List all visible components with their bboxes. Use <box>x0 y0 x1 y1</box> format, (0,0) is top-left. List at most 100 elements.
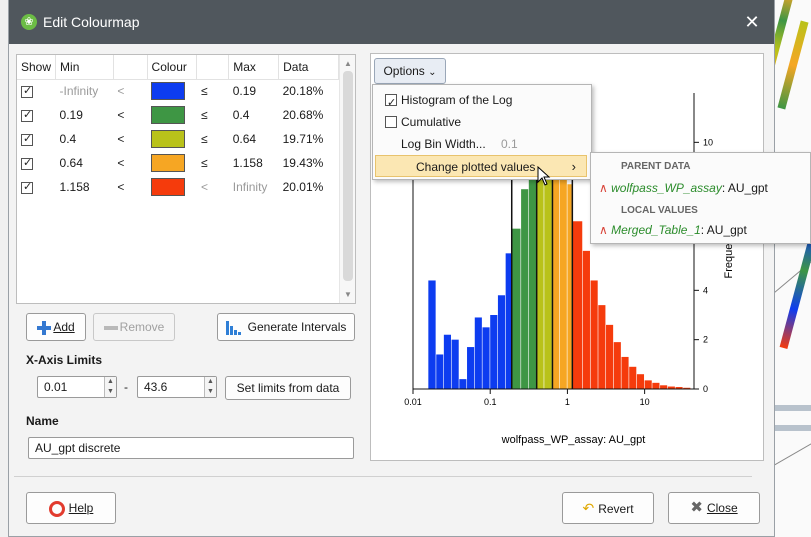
max-cell[interactable]: 0.19 <box>229 79 279 103</box>
y-tick-label: 4 <box>703 285 708 295</box>
menu-item-log-bin-width[interactable]: Log Bin Width... 0.1 <box>373 133 591 155</box>
colour-cell[interactable] <box>147 175 197 199</box>
max-cell[interactable]: 0.64 <box>229 127 279 151</box>
set-limits-from-data-button[interactable]: Set limits from data <box>225 376 351 400</box>
colour-cell[interactable] <box>147 127 197 151</box>
colour-cell[interactable] <box>147 79 197 103</box>
local-value-name: : AU_gpt <box>700 223 747 237</box>
local-source-name: Merged_Table_1 <box>611 223 701 237</box>
xaxis-min-spinner[interactable]: ▲ ▼ <box>104 377 116 397</box>
col-header-show[interactable]: Show <box>17 55 57 80</box>
remove-button[interactable]: Remove <box>93 313 175 341</box>
table-header-row: Show Min Colour Max Data <box>17 55 339 80</box>
xaxis-range-separator: - <box>124 380 128 394</box>
histogram-of-log-checkbox[interactable] <box>385 92 397 114</box>
col-header-colour[interactable]: Colour <box>147 55 198 80</box>
show-checkbox[interactable] <box>21 132 33 146</box>
close-icon: ✖ <box>690 499 703 516</box>
add-button[interactable]: Add <box>26 313 86 341</box>
histogram-bar <box>428 280 436 389</box>
table-row[interactable]: 0.4< ≤0.6419.71% <box>17 127 339 151</box>
window-close-button[interactable]: ✕ <box>730 0 774 44</box>
table-row[interactable]: -Infinity< ≤0.1920.18% <box>17 79 339 103</box>
window-title: Edit Colourmap <box>43 14 140 30</box>
menu-item-histogram-of-log[interactable]: Histogram of the Log <box>373 89 591 114</box>
table-row[interactable]: 0.19< ≤0.420.68% <box>17 103 339 127</box>
colour-swatch[interactable] <box>151 154 186 172</box>
min-cell[interactable]: -Infinity <box>56 79 114 103</box>
xaxis-min-field[interactable]: 0.01 ▲ ▼ <box>37 376 117 398</box>
options-button[interactable]: Options ⌄ <box>374 58 446 84</box>
show-checkbox[interactable] <box>17 127 56 151</box>
table-row[interactable]: 1.158<<Infinity20.01% <box>17 175 339 199</box>
help-button[interactable]: Help <box>26 492 116 524</box>
histogram-bar <box>559 149 567 389</box>
help-button-label: Help <box>68 501 94 515</box>
close-button[interactable]: ✖ Close <box>668 492 760 524</box>
histogram-bar <box>621 356 629 389</box>
revert-button[interactable]: ↶ Revert <box>562 492 654 524</box>
histogram-bar <box>572 221 583 389</box>
show-checkbox[interactable] <box>17 151 56 175</box>
colour-swatch[interactable] <box>151 130 186 148</box>
histogram-bar <box>451 339 459 389</box>
histogram-bar <box>497 295 506 389</box>
colour-cell[interactable] <box>147 103 197 127</box>
menu-item-change-plotted-values[interactable]: Change plotted values › <box>375 155 587 177</box>
min-cell[interactable]: 0.19 <box>56 103 114 127</box>
histogram-icon <box>225 320 242 335</box>
scroll-down-icon[interactable]: ▼ <box>344 290 352 299</box>
generate-intervals-label: Generate Intervals <box>247 320 347 334</box>
show-checkbox[interactable] <box>21 84 33 99</box>
col-header-max[interactable]: Max <box>228 55 280 80</box>
table-row[interactable]: 0.64< ≤1.15819.43% <box>17 151 339 175</box>
show-checkbox[interactable] <box>21 108 33 122</box>
max-cell[interactable]: 1.158 <box>229 151 279 175</box>
show-checkbox[interactable] <box>21 156 33 170</box>
min-cell[interactable]: 0.64 <box>56 151 114 175</box>
op2-cell: ≤ <box>200 156 208 170</box>
scrollbar-thumb[interactable] <box>343 71 353 281</box>
colour-swatch[interactable] <box>151 178 186 196</box>
op1-cell: < <box>117 132 125 146</box>
histogram-bar <box>521 189 529 389</box>
minus-icon <box>103 325 118 330</box>
name-input[interactable]: AU_gpt discrete <box>28 437 354 459</box>
remove-button-label: Remove <box>119 320 165 334</box>
x-axis-label: wolfpass_WP_assay: AU_gpt <box>501 434 646 446</box>
submenu-header-local-values: LOCAL VALUES <box>621 205 698 216</box>
min-cell[interactable]: 0.4 <box>56 127 114 151</box>
show-checkbox[interactable] <box>17 103 56 127</box>
submenu-item-local-values[interactable]: ∧ Merged_Table_1: AU_gpt <box>599 223 747 237</box>
histogram-bar <box>590 280 598 389</box>
xaxis-max-field[interactable]: 43.6 ▲ ▼ <box>137 376 217 398</box>
scroll-up-icon[interactable]: ▲ <box>344 59 352 68</box>
table-scrollbar[interactable]: ▲ ▼ <box>339 55 355 303</box>
show-checkbox[interactable] <box>17 79 56 103</box>
col-header-min[interactable]: Min <box>55 55 114 80</box>
colour-swatch[interactable] <box>151 82 186 101</box>
x-tick-label: 10 <box>640 397 650 407</box>
chevron-right-icon: › <box>571 159 576 174</box>
max-cell[interactable]: Infinity <box>229 175 279 199</box>
op2-cell: ≤ <box>200 132 208 146</box>
colour-swatch[interactable] <box>151 106 186 124</box>
cumulative-checkbox[interactable] <box>385 116 397 128</box>
xaxis-max-spinner[interactable]: ▲ ▼ <box>204 377 216 397</box>
histogram-bar <box>443 334 451 389</box>
y-tick-label: 2 <box>703 335 708 345</box>
menu-item-cumulative[interactable]: Cumulative <box>373 111 591 133</box>
min-cell[interactable]: 1.158 <box>56 175 114 199</box>
histogram-bar <box>636 374 645 389</box>
app-logo-icon: ❀ <box>21 14 37 30</box>
x-tick-label: 0.1 <box>484 397 497 407</box>
max-cell[interactable]: 0.4 <box>229 103 279 127</box>
colour-cell[interactable] <box>147 151 197 175</box>
histogram-bar <box>629 366 637 389</box>
options-button-label: Options <box>383 64 425 78</box>
generate-intervals-button[interactable]: Generate Intervals <box>217 313 355 341</box>
show-checkbox[interactable] <box>17 175 56 199</box>
col-header-data[interactable]: Data <box>278 55 339 80</box>
show-checkbox[interactable] <box>21 180 33 194</box>
submenu-item-parent-data[interactable]: ∧ wolfpass_WP_assay: AU_gpt <box>599 181 768 195</box>
